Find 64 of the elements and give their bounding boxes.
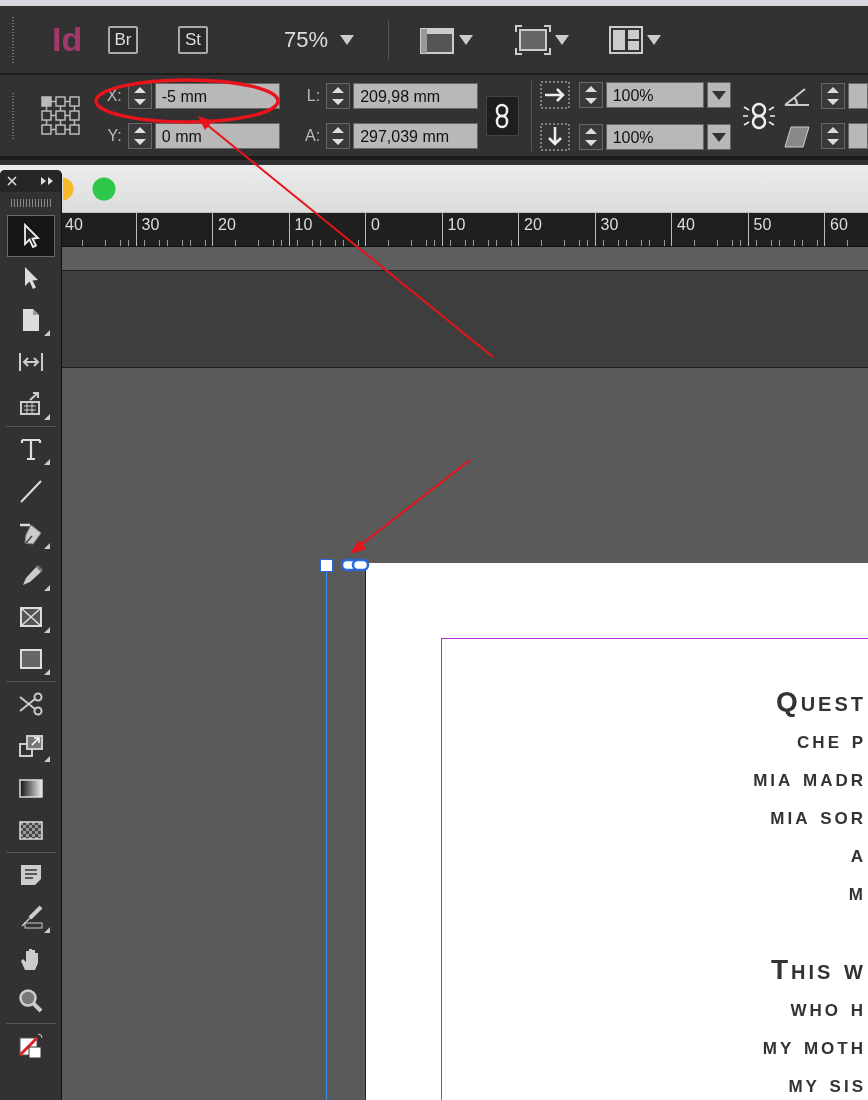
height-field[interactable]: 297,039 mm bbox=[353, 122, 479, 149]
submenu-triangle-icon bbox=[43, 585, 50, 591]
submenu-triangle-icon bbox=[43, 627, 50, 633]
submenu-triangle-icon bbox=[43, 330, 50, 336]
free-transform-icon bbox=[16, 732, 45, 760]
shear-field[interactable] bbox=[848, 122, 868, 149]
spinner-icon[interactable] bbox=[326, 122, 351, 149]
poem-line: mia sor bbox=[770, 801, 866, 831]
submenu-triangle-icon bbox=[43, 669, 50, 675]
spinner-icon[interactable] bbox=[578, 81, 603, 108]
poem-line: che p bbox=[797, 725, 866, 755]
poem-line: who h bbox=[790, 993, 866, 1023]
width-field[interactable]: 209,98 mm bbox=[353, 82, 479, 109]
submenu-triangle-icon bbox=[43, 927, 50, 933]
caret-icon[interactable] bbox=[340, 34, 355, 45]
poem-line: a bbox=[850, 839, 866, 869]
scale-x-icon[interactable] bbox=[539, 80, 570, 109]
dropdown-icon[interactable] bbox=[706, 81, 731, 108]
scale-x-field[interactable]: 100% bbox=[605, 81, 704, 108]
spinner-icon[interactable] bbox=[127, 82, 152, 109]
fill-stroke-icon bbox=[16, 1032, 45, 1060]
link-icon[interactable] bbox=[340, 558, 370, 572]
poem-line: This w bbox=[770, 953, 866, 987]
scale-y-icon[interactable] bbox=[539, 122, 570, 151]
spinner-icon[interactable] bbox=[821, 82, 845, 109]
stock-button[interactable]: St bbox=[178, 25, 208, 54]
app-logo: Id bbox=[52, 20, 84, 59]
spinner-icon[interactable] bbox=[821, 122, 845, 149]
magnifier-icon bbox=[16, 987, 45, 1015]
poem-line: Quest bbox=[775, 685, 866, 719]
x-field[interactable]: -5 mm bbox=[154, 82, 280, 109]
bridge-button[interactable]: Br bbox=[108, 25, 138, 54]
angle-field[interactable] bbox=[848, 82, 868, 109]
y-field[interactable]: 0 mm bbox=[154, 122, 280, 149]
poem-line: mia madr bbox=[753, 763, 866, 793]
submenu-triangle-icon bbox=[43, 414, 50, 420]
y-label: Y: bbox=[106, 126, 122, 145]
layout-icon[interactable] bbox=[609, 25, 644, 54]
poem-line: my sis bbox=[788, 1069, 866, 1099]
submenu-triangle-icon bbox=[43, 543, 50, 549]
expand-icon[interactable] bbox=[40, 176, 54, 186]
spinner-icon[interactable] bbox=[127, 122, 152, 149]
chain-link-icon[interactable] bbox=[741, 100, 776, 131]
caret-icon[interactable] bbox=[555, 34, 570, 45]
submenu-triangle-icon bbox=[43, 756, 50, 762]
spinner-icon[interactable] bbox=[578, 123, 603, 150]
frame-handle[interactable] bbox=[320, 559, 333, 572]
height-label: A: bbox=[304, 126, 321, 145]
tool-button[interactable] bbox=[6, 215, 55, 257]
scale-y-field[interactable]: 100% bbox=[605, 123, 704, 150]
caret-icon[interactable] bbox=[647, 34, 662, 45]
spinner-icon[interactable] bbox=[326, 82, 351, 109]
chain-link-icon bbox=[495, 102, 510, 129]
zoom-level[interactable]: 75% bbox=[284, 26, 329, 53]
caret-icon[interactable] bbox=[459, 34, 474, 45]
constrain-button[interactable] bbox=[485, 95, 519, 136]
poem-line: my moth bbox=[762, 1031, 866, 1061]
submenu-triangle-icon bbox=[43, 459, 50, 465]
width-label: L: bbox=[305, 86, 321, 105]
reference-point-icon[interactable] bbox=[41, 95, 82, 136]
poem-line: m bbox=[848, 877, 866, 907]
dropdown-icon[interactable] bbox=[706, 123, 731, 150]
zoom-dot-icon[interactable] bbox=[92, 176, 116, 201]
close-icon[interactable] bbox=[7, 176, 17, 186]
